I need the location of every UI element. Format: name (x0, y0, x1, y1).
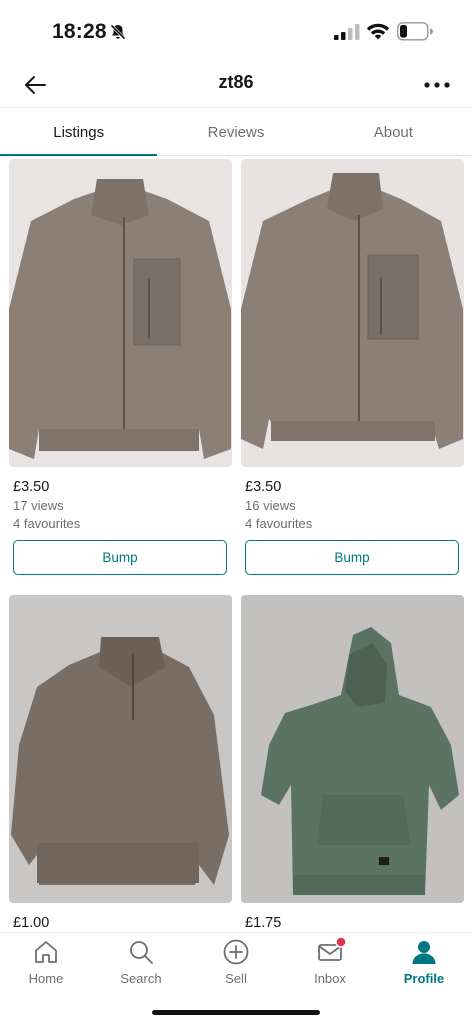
nav-sell[interactable]: Sell (196, 939, 276, 986)
notification-badge (335, 936, 347, 948)
listing-photo[interactable] (241, 159, 464, 467)
listings-grid: £3.50 17 views 4 favourites Bump £3.50 1… (0, 158, 472, 932)
more-horizontal-icon (424, 82, 450, 88)
tab-listings[interactable]: Listings (0, 108, 158, 156)
nav-inbox[interactable]: Inbox (290, 936, 370, 986)
tab-reviews[interactable]: Reviews (157, 108, 314, 155)
listing-photo[interactable] (241, 595, 464, 903)
listing-price: £1.00 (13, 915, 50, 931)
listing-card[interactable]: £1.75 (241, 595, 464, 931)
listing-card[interactable]: £3.50 17 views 4 favourites Bump (9, 159, 232, 575)
nav-home[interactable]: Home (6, 939, 86, 986)
listing-views: 17 views (13, 498, 64, 513)
status-bar: 18:28 (0, 0, 472, 62)
search-icon (130, 941, 153, 964)
listing-card[interactable]: £3.50 16 views 4 favourites Bump (241, 159, 464, 575)
signal-icon (334, 24, 360, 40)
listing-photo[interactable] (9, 159, 232, 467)
nav-search[interactable]: Search (101, 939, 181, 986)
home-indicator (152, 1010, 320, 1015)
listing-photo[interactable] (9, 595, 232, 903)
status-time: 18:28 (52, 20, 107, 43)
home-icon (35, 941, 57, 963)
profile-icon (412, 941, 436, 964)
bell-off-icon (109, 23, 127, 41)
wifi-icon (366, 23, 390, 40)
nav-profile-label: Profile (403, 971, 445, 986)
listing-favourites: 4 favourites (245, 516, 313, 531)
top-nav: zt86 (0, 62, 472, 108)
more-options-button[interactable] (422, 70, 452, 100)
page-title: zt86 (218, 72, 254, 92)
inbox-icon (318, 936, 347, 961)
plus-circle-icon (223, 939, 249, 965)
battery-icon (397, 22, 433, 41)
nav-profile[interactable]: Profile (384, 939, 464, 986)
nav-search-label: Search (120, 971, 162, 986)
nav-inbox-label: Inbox (314, 971, 346, 986)
listing-views: 16 views (245, 498, 296, 513)
listing-favourites: 4 favourites (13, 516, 81, 531)
nav-home-label: Home (28, 971, 64, 986)
profile-tabs: Listings Reviews About (0, 108, 472, 156)
listing-price: £3.50 (245, 479, 282, 495)
listing-card[interactable]: £1.00 (9, 595, 232, 931)
bottom-nav: Home Search Sell Inbox Profile (0, 932, 472, 1024)
listing-price: £3.50 (13, 479, 50, 495)
listing-price: £1.75 (245, 915, 282, 931)
nav-sell-label: Sell (225, 971, 247, 986)
bump-button[interactable]: Bump (13, 540, 227, 575)
tab-about[interactable]: About (315, 108, 472, 155)
bump-button[interactable]: Bump (245, 540, 459, 575)
